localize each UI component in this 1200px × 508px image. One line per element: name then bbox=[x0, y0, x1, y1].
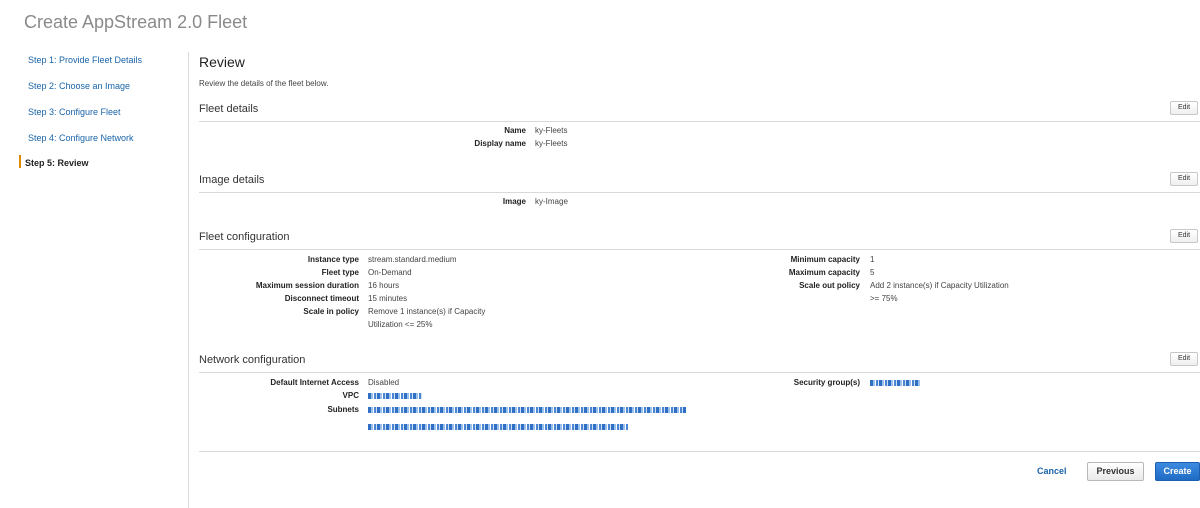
step-4-link[interactable]: Step 4: Configure Network bbox=[28, 133, 134, 143]
edit-fleet-configuration-button[interactable]: Edit bbox=[1170, 229, 1198, 243]
step-2-link[interactable]: Step 2: Choose an Image bbox=[28, 81, 130, 91]
section-title: Image details bbox=[199, 174, 265, 186]
section-divider bbox=[199, 192, 1200, 193]
active-step-marker bbox=[19, 155, 21, 168]
subnet-1-redacted-value bbox=[368, 407, 686, 413]
fleet-details-section: Fleet details Edit Name ky-Fleets Displa… bbox=[199, 101, 1200, 153]
edit-image-details-button[interactable]: Edit bbox=[1170, 172, 1198, 186]
section-divider bbox=[199, 249, 1200, 250]
security-groups-redacted-value bbox=[870, 380, 920, 386]
cancel-link[interactable]: Cancel bbox=[1037, 466, 1067, 476]
section-title: Fleet configuration bbox=[199, 231, 290, 243]
vpc-redacted-value bbox=[368, 393, 422, 399]
review-title: Review bbox=[199, 54, 245, 70]
review-panel: Review Review the details of the fleet b… bbox=[199, 0, 1200, 508]
step-5-current: Step 5: Review bbox=[25, 158, 89, 168]
create-button[interactable]: Create bbox=[1155, 462, 1200, 481]
fleet-configuration-section: Fleet configuration Edit Instance type s… bbox=[199, 229, 1200, 336]
edit-fleet-details-button[interactable]: Edit bbox=[1170, 101, 1198, 115]
edit-network-configuration-button[interactable]: Edit bbox=[1170, 352, 1198, 366]
footer-divider bbox=[199, 451, 1200, 452]
section-title: Fleet details bbox=[199, 103, 259, 115]
previous-button[interactable]: Previous bbox=[1087, 462, 1144, 481]
section-title: Network configuration bbox=[199, 354, 306, 366]
wizard-sidebar: Step 1: Provide Fleet Details Step 2: Ch… bbox=[0, 52, 189, 508]
review-description: Review the details of the fleet below. bbox=[199, 79, 329, 88]
section-divider bbox=[199, 121, 1200, 122]
network-configuration-section: Network configuration Edit Default Inter… bbox=[199, 352, 1200, 434]
image-details-section: Image details Edit Image ky-Image bbox=[199, 172, 1200, 214]
step-3-link[interactable]: Step 3: Configure Fleet bbox=[28, 107, 121, 117]
step-1-link[interactable]: Step 1: Provide Fleet Details bbox=[28, 55, 142, 65]
section-divider bbox=[199, 372, 1200, 373]
subnet-2-redacted-value bbox=[368, 424, 628, 430]
